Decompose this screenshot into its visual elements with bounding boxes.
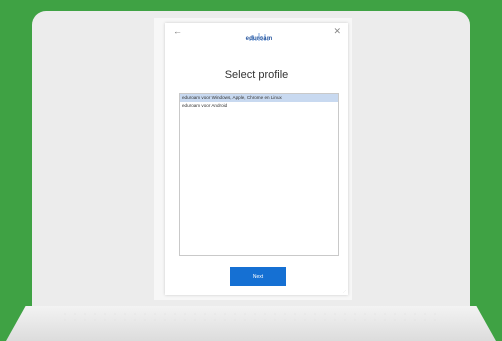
- dialog-title: Select profile: [224, 69, 289, 81]
- logo-text: eduroam: [245, 36, 273, 42]
- profile-item-windows[interactable]: eduroam voor Windows, Apple, Chrome en L…: [180, 94, 338, 102]
- next-button[interactable]: Next: [230, 267, 286, 286]
- back-arrow-icon[interactable]: ←: [173, 26, 182, 36]
- close-icon[interactable]: ✕: [333, 26, 341, 37]
- keyboard-texture: [60, 311, 440, 325]
- profile-item-android[interactable]: eduroam voor Android: [180, 102, 338, 110]
- select-profile-dialog: ← eduroam ✕ Select profile eduroam voor …: [165, 23, 348, 295]
- resize-grip[interactable]: ⋰: [343, 289, 346, 293]
- profile-list[interactable]: eduroam voor Windows, Apple, Chrome en L…: [179, 93, 339, 256]
- eduroam-logo: eduroam: [241, 28, 277, 42]
